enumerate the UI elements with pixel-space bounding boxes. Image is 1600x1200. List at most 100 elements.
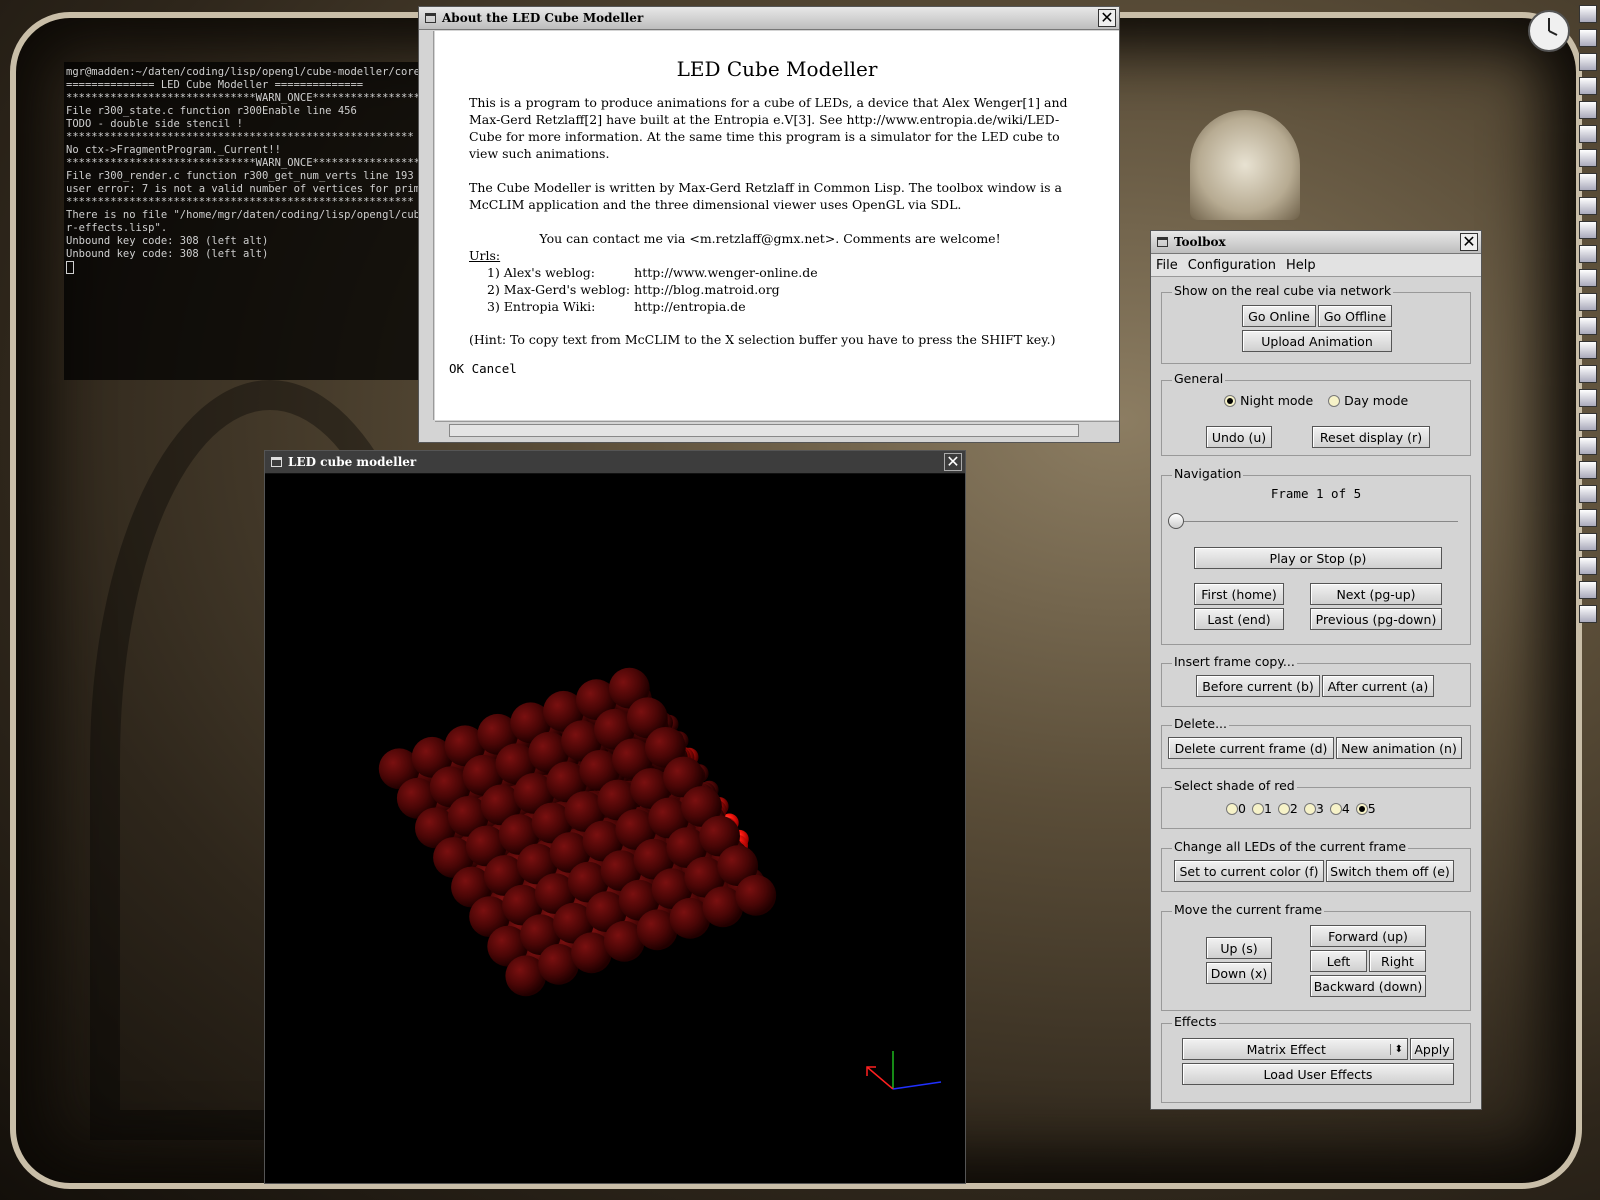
dock-app-icon[interactable] (1579, 293, 1597, 311)
dock-app-icon[interactable] (1579, 317, 1597, 335)
dock-app-icon[interactable] (1579, 581, 1597, 599)
undo-button[interactable]: Undo (u) (1206, 426, 1272, 448)
move-down-button[interactable]: Down (x) (1206, 962, 1272, 984)
dock-app-icon[interactable] (1579, 77, 1597, 95)
dock-app-icon[interactable] (1579, 557, 1597, 575)
dock-app-icon[interactable] (1579, 245, 1597, 263)
about-window: About the LED Cube Modeller ✕ LED Cube M… (418, 6, 1120, 443)
dock-app-icon[interactable] (1579, 605, 1597, 623)
dock-app-icon[interactable] (1579, 365, 1597, 383)
new-animation-button[interactable]: New animation (n) (1336, 737, 1462, 759)
url-link[interactable]: http://entropia.de (634, 298, 1119, 315)
dock-app-icon[interactable] (1579, 149, 1597, 167)
previous-frame-button[interactable]: Previous (pg-down) (1310, 608, 1442, 630)
close-icon[interactable]: ✕ (1098, 9, 1116, 27)
upload-animation-button[interactable]: Upload Animation (1242, 330, 1392, 352)
next-frame-button[interactable]: Next (pg-up) (1310, 583, 1442, 605)
dock-app-icon[interactable] (1579, 197, 1597, 215)
dock-app-icon[interactable] (1579, 389, 1597, 407)
menu-configuration[interactable]: Configuration (1188, 258, 1276, 273)
ok-button[interactable]: OK (449, 361, 464, 376)
window-menu-icon[interactable] (425, 13, 436, 23)
move-forward-button[interactable]: Forward (up) (1310, 925, 1426, 947)
shade-radio-5[interactable]: 5 (1355, 801, 1376, 816)
effect-select[interactable]: Matrix Effect ⬍ (1182, 1038, 1408, 1060)
dock-app-icon[interactable] (1579, 173, 1597, 191)
close-icon[interactable]: ✕ (944, 453, 962, 471)
terminal-line: There is no file "/home/mgr/daten/coding… (66, 209, 424, 221)
last-frame-button[interactable]: Last (end) (1194, 608, 1284, 630)
url-link[interactable]: http://www.wenger-online.de (634, 264, 1119, 281)
menu-help[interactable]: Help (1286, 258, 1316, 273)
delete-frame-button[interactable]: Delete current frame (d) (1168, 737, 1334, 759)
play-stop-button[interactable]: Play or Stop (p) (1194, 547, 1442, 569)
move-up-button[interactable]: Up (s) (1206, 937, 1272, 959)
dock-app-icon[interactable] (1579, 29, 1597, 47)
close-icon[interactable]: ✕ (1460, 233, 1478, 251)
dock-app-icon[interactable] (1579, 437, 1597, 455)
about-vertical-scrollbar[interactable] (419, 31, 434, 420)
cancel-button[interactable]: Cancel (472, 361, 517, 376)
about-horizontal-scrollbar[interactable] (435, 421, 1119, 438)
apply-effect-button[interactable]: Apply (1410, 1038, 1454, 1060)
dock-app-icon[interactable] (1579, 485, 1597, 503)
viewer-titlebar[interactable]: LED cube modeller ✕ (265, 451, 965, 474)
toolbox-titlebar[interactable]: Toolbox ✕ (1151, 231, 1481, 254)
led-cube-canvas[interactable] (265, 473, 953, 1163)
dock-app-icon[interactable] (1579, 53, 1597, 71)
urls-label: Urls: (469, 248, 501, 263)
go-online-button[interactable]: Go Online (1242, 305, 1316, 327)
shade-label-5: 5 (1367, 801, 1376, 816)
dock-app-icon[interactable] (1579, 533, 1597, 551)
toolbox-title: Toolbox (1174, 235, 1226, 249)
set-current-color-button[interactable]: Set to current color (f) (1174, 860, 1324, 882)
shade-radio-3[interactable]: 3 (1303, 801, 1324, 816)
dock-app-icon[interactable] (1579, 221, 1597, 239)
move-right-button[interactable]: Right (1369, 950, 1426, 972)
shade-group: Select shade of red 0 1 2 3 4 5 (1161, 778, 1471, 829)
dock-app-icon[interactable] (1579, 269, 1597, 287)
dock-launcher (1578, 2, 1600, 629)
shade-radio-1[interactable]: 1 (1251, 801, 1272, 816)
terminal-line: Unbound key code: 308 (left alt) (66, 235, 269, 247)
reset-display-button[interactable]: Reset display (r) (1312, 426, 1430, 448)
url-link[interactable]: http://blog.matroid.org (634, 281, 1119, 298)
insert-after-button[interactable]: After current (a) (1322, 675, 1434, 697)
move-backward-button[interactable]: Backward (down) (1310, 975, 1426, 997)
move-left-button[interactable]: Left (1310, 950, 1367, 972)
terminal-line: mgr@madden:~/daten/coding/lisp/opengl/cu… (66, 66, 424, 78)
frame-slider-track[interactable] (1172, 521, 1458, 522)
switch-off-button[interactable]: Switch them off (e) (1326, 860, 1454, 882)
dock-app-icon[interactable] (1579, 101, 1597, 119)
night-mode-radio[interactable]: Night mode (1224, 393, 1313, 408)
dock-app-icon[interactable] (1579, 461, 1597, 479)
dock-app-icon[interactable] (1579, 125, 1597, 143)
about-paragraph: The Cube Modeller is written by Max-Gerd… (469, 180, 1062, 212)
about-contact: You can contact me via <m.retzlaff@gmx.n… (539, 231, 1001, 246)
load-user-effects-button[interactable]: Load User Effects (1182, 1063, 1454, 1085)
terminal-cursor (66, 261, 422, 275)
menu-file[interactable]: File (1156, 258, 1178, 273)
about-paragraph: This is a program to produce animations … (469, 95, 1068, 161)
shade-radio-2[interactable]: 2 (1277, 801, 1298, 816)
shade-radio-0[interactable]: 0 (1226, 801, 1246, 816)
led-viewer-window: LED cube modeller ✕ (264, 450, 966, 1184)
day-mode-radio[interactable]: Day mode (1328, 393, 1408, 408)
window-menu-icon[interactable] (1157, 237, 1168, 247)
dock-app-icon[interactable] (1579, 509, 1597, 527)
dock-app-icon[interactable] (1579, 341, 1597, 359)
go-offline-button[interactable]: Go Offline (1318, 305, 1392, 327)
terminal-window[interactable]: mgr@madden:~/daten/coding/lisp/opengl/cu… (64, 62, 424, 380)
dock-app-icon[interactable] (1579, 5, 1597, 23)
window-menu-icon[interactable] (271, 457, 282, 467)
frame-slider-thumb[interactable] (1168, 513, 1184, 529)
first-frame-button[interactable]: First (home) (1194, 583, 1284, 605)
scrollbar-thumb[interactable] (449, 424, 1079, 437)
clock-icon[interactable] (1528, 10, 1570, 52)
insert-before-button[interactable]: Before current (b) (1196, 675, 1320, 697)
change-leds-group: Change all LEDs of the current frame Set… (1161, 839, 1471, 892)
effects-group: Effects Matrix Effect ⬍ Apply Load User … (1161, 1014, 1471, 1103)
about-titlebar[interactable]: About the LED Cube Modeller ✕ (419, 7, 1119, 30)
shade-radio-4[interactable]: 4 (1329, 801, 1350, 816)
dock-app-icon[interactable] (1579, 413, 1597, 431)
